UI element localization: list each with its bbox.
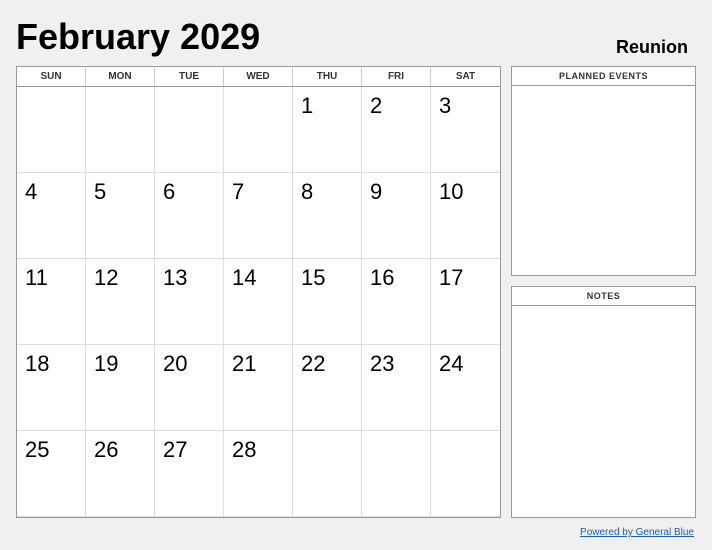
planned-events-label: PLANNED EVENTS bbox=[512, 67, 695, 86]
calendar-cell[interactable]: 14 bbox=[224, 259, 293, 345]
region-title: Reunion bbox=[616, 37, 688, 58]
notes-content bbox=[512, 306, 695, 517]
calendar-cell[interactable]: 22 bbox=[293, 345, 362, 431]
calendar-cell[interactable]: 26 bbox=[86, 431, 155, 517]
day-tue: TUE bbox=[155, 67, 224, 86]
day-headers: SUN MON TUE WED THU FRI SAT bbox=[17, 67, 500, 87]
day-wed: WED bbox=[224, 67, 293, 86]
calendar-cell[interactable]: 7 bbox=[224, 173, 293, 259]
day-thu: THU bbox=[293, 67, 362, 86]
day-sun: SUN bbox=[17, 67, 86, 86]
calendar-cell[interactable] bbox=[431, 431, 500, 517]
calendar-grid: 1234567891011121314151617181920212223242… bbox=[17, 87, 500, 517]
calendar-page: February 2029 Reunion SUN MON TUE WED TH… bbox=[0, 0, 712, 550]
calendar-cell[interactable] bbox=[17, 87, 86, 173]
calendar-cell[interactable]: 11 bbox=[17, 259, 86, 345]
footer: Powered by General Blue bbox=[16, 522, 696, 540]
calendar-cell[interactable]: 10 bbox=[431, 173, 500, 259]
day-fri: FRI bbox=[362, 67, 431, 86]
sidebar: PLANNED EVENTS NOTES bbox=[511, 66, 696, 518]
planned-events-content bbox=[512, 86, 695, 275]
calendar-cell[interactable]: 13 bbox=[155, 259, 224, 345]
calendar-cell[interactable] bbox=[362, 431, 431, 517]
calendar-cell[interactable]: 18 bbox=[17, 345, 86, 431]
calendar-cell[interactable] bbox=[293, 431, 362, 517]
calendar-cell[interactable]: 17 bbox=[431, 259, 500, 345]
calendar-cell[interactable]: 6 bbox=[155, 173, 224, 259]
calendar-cell[interactable]: 27 bbox=[155, 431, 224, 517]
day-sat: SAT bbox=[431, 67, 500, 86]
calendar-cell[interactable]: 3 bbox=[431, 87, 500, 173]
calendar-section: SUN MON TUE WED THU FRI SAT 123456789101… bbox=[16, 66, 501, 518]
page-header: February 2029 Reunion bbox=[16, 16, 696, 58]
content-row: SUN MON TUE WED THU FRI SAT 123456789101… bbox=[16, 66, 696, 518]
calendar-cell[interactable]: 9 bbox=[362, 173, 431, 259]
calendar-cell[interactable]: 2 bbox=[362, 87, 431, 173]
calendar-cell[interactable]: 1 bbox=[293, 87, 362, 173]
calendar-cell[interactable]: 5 bbox=[86, 173, 155, 259]
calendar-cell[interactable]: 8 bbox=[293, 173, 362, 259]
calendar-cell[interactable] bbox=[155, 87, 224, 173]
day-mon: MON bbox=[86, 67, 155, 86]
calendar-cell[interactable]: 4 bbox=[17, 173, 86, 259]
calendar-cell[interactable]: 24 bbox=[431, 345, 500, 431]
calendar-cell[interactable]: 12 bbox=[86, 259, 155, 345]
calendar-cell[interactable] bbox=[86, 87, 155, 173]
calendar-cell[interactable] bbox=[224, 87, 293, 173]
month-title: February 2029 bbox=[16, 16, 260, 58]
notes-label: NOTES bbox=[512, 287, 695, 306]
calendar-cell[interactable]: 19 bbox=[86, 345, 155, 431]
calendar-cell[interactable]: 15 bbox=[293, 259, 362, 345]
notes-box: NOTES bbox=[511, 286, 696, 518]
calendar-cell[interactable]: 25 bbox=[17, 431, 86, 517]
powered-by-link[interactable]: Powered by General Blue bbox=[580, 527, 694, 538]
calendar-cell[interactable]: 20 bbox=[155, 345, 224, 431]
calendar-cell[interactable]: 21 bbox=[224, 345, 293, 431]
calendar-cell[interactable]: 28 bbox=[224, 431, 293, 517]
calendar-cell[interactable]: 16 bbox=[362, 259, 431, 345]
calendar-cell[interactable]: 23 bbox=[362, 345, 431, 431]
planned-events-box: PLANNED EVENTS bbox=[511, 66, 696, 276]
